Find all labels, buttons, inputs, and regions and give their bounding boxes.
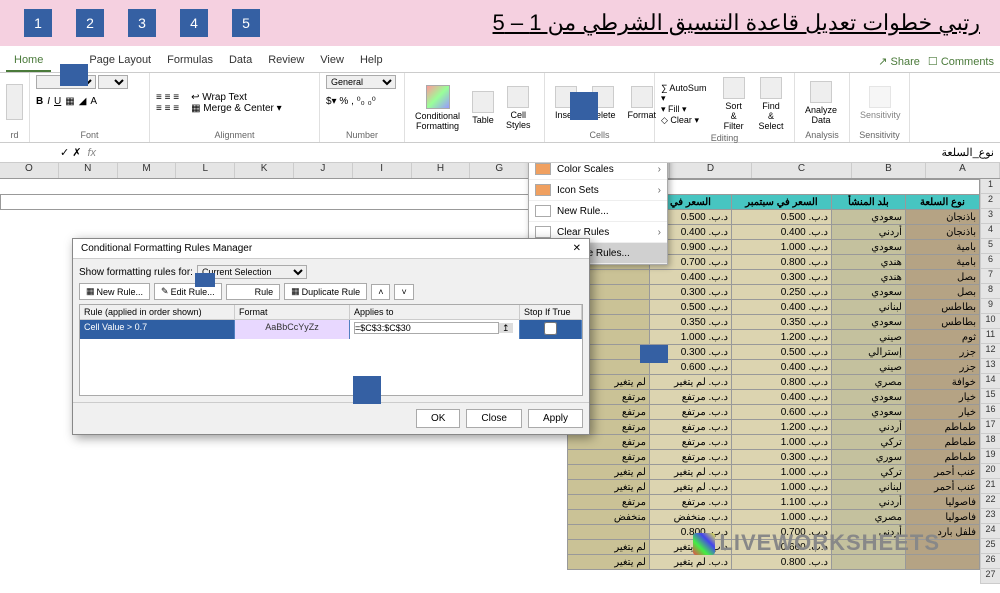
rule-button[interactable]: Rule xyxy=(226,284,281,300)
format-table-button[interactable]: Table xyxy=(468,89,498,127)
tab-view[interactable]: View xyxy=(312,50,352,72)
formula-bar: ✓ ✗ fx نوع_السلعة xyxy=(0,143,1000,163)
decimal-inc-icon[interactable]: ⁰₀ xyxy=(357,96,365,107)
clearrules-icon xyxy=(535,226,551,238)
stop-checkbox[interactable] xyxy=(544,322,557,335)
rules-manager-dialog: Conditional Formatting Rules Manager ✕ S… xyxy=(72,238,590,435)
cf-colorscales[interactable]: Color Scales› xyxy=(529,163,667,180)
row-headers: 1234567891011121314151617181920212223242… xyxy=(980,179,1000,584)
cf-icon xyxy=(426,85,450,109)
movedown-button[interactable]: ˅ xyxy=(394,284,413,300)
italic-button[interactable]: I xyxy=(47,96,50,107)
font-color-icon[interactable]: A xyxy=(90,96,97,107)
comma-icon[interactable]: , xyxy=(351,96,354,107)
paste-icon[interactable] xyxy=(6,84,23,120)
decimal-dec-icon[interactable]: ₀⁰ xyxy=(368,96,376,107)
col-rule: Rule (applied in order shown) xyxy=(80,305,235,319)
format-icon xyxy=(631,86,653,108)
align-icon2[interactable]: ≡ ≡ ≡ xyxy=(156,103,179,114)
fill-button[interactable]: ▾ Fill ▾ xyxy=(661,104,713,115)
colorscales-icon xyxy=(535,163,551,175)
wrap-text-button[interactable]: ↩ Wrap Text xyxy=(191,92,282,103)
apply-button[interactable]: Apply xyxy=(528,409,583,428)
newrule-button[interactable]: ▦ New Rule... xyxy=(79,283,150,300)
num-2[interactable]: 2 xyxy=(76,9,104,37)
bold-button[interactable]: B xyxy=(36,96,43,107)
iconsets-icon xyxy=(535,184,551,196)
clear-button[interactable]: ◇ Clear ▾ xyxy=(661,115,713,126)
find-icon xyxy=(760,77,782,99)
sheet-area: ONMLKJIHGFEDCBA 123456789101112131415161… xyxy=(0,163,1000,593)
percent-icon[interactable]: % xyxy=(339,96,348,107)
tab-help[interactable]: Help xyxy=(352,50,391,72)
step-target-editrule[interactable] xyxy=(195,273,215,287)
applies-input[interactable] xyxy=(354,322,499,334)
fx-label[interactable]: fx xyxy=(82,147,103,159)
ribbon-tabs: Home Page Layout Formulas Data Review Vi… xyxy=(0,46,1000,73)
fill-color-icon[interactable]: ◢ xyxy=(79,96,87,107)
close-icon[interactable]: ✕ xyxy=(573,243,581,254)
watermark: LIVEWORKSHEETS xyxy=(693,530,940,556)
number-format-select[interactable]: General xyxy=(326,75,396,89)
dialog-title: Conditional Formatting Rules Manager xyxy=(81,243,252,254)
tab-review[interactable]: Review xyxy=(260,50,312,72)
tab-home[interactable]: Home xyxy=(6,50,51,72)
newrule-icon xyxy=(535,205,551,217)
moveup-button[interactable]: ˄ xyxy=(371,284,390,300)
border-icon[interactable]: ▦ xyxy=(65,96,74,107)
close-button[interactable]: Close xyxy=(466,409,522,428)
col-headers: ONMLKJIHGFEDCBA xyxy=(0,163,1000,179)
step-target-home[interactable] xyxy=(60,64,88,86)
step-target-cf[interactable] xyxy=(570,92,598,120)
styles-icon xyxy=(507,86,529,108)
analyze-button[interactable]: Analyze Data xyxy=(801,79,841,127)
conditional-formatting-button[interactable]: Conditional Formatting xyxy=(411,83,464,133)
share-button[interactable]: ↗ Share xyxy=(878,55,920,68)
tab-pagelayout[interactable]: Page Layout xyxy=(81,50,159,72)
sort-filter-button[interactable]: Sort & Filter xyxy=(717,75,750,133)
cell-styles-button[interactable]: Cell Styles xyxy=(502,84,535,132)
showfor-label: Show formatting rules for: xyxy=(79,267,193,278)
ribbon: rd B I U ▦ ◢ A Font ≡ ≡ ≡≡ ≡ ≡ ↩ Wrap Te… xyxy=(0,73,1000,143)
merge-button[interactable]: ▦ Merge & Center ▾ xyxy=(191,103,282,114)
comments-button[interactable]: ☐ Comments xyxy=(928,55,994,68)
question-text: رتبي خطوات تعديل قاعدة التنسيق الشرطي من… xyxy=(493,10,988,36)
find-select-button[interactable]: Find & Select xyxy=(754,75,788,133)
num-4[interactable]: 4 xyxy=(180,9,208,37)
fx-icon[interactable]: ✓ ✗ xyxy=(60,146,82,159)
num-5[interactable]: 5 xyxy=(232,9,260,37)
autosum-button[interactable]: ∑ AutoSum ▾ xyxy=(661,83,713,104)
table-icon xyxy=(472,91,494,113)
col-format: Format xyxy=(235,305,350,319)
underline-button[interactable]: U xyxy=(54,96,61,107)
align-icon[interactable]: ≡ ≡ ≡ xyxy=(156,92,179,103)
step-target-ok[interactable] xyxy=(353,376,381,404)
size-select[interactable] xyxy=(98,75,128,89)
watermark-logo-icon xyxy=(693,533,715,555)
num-3[interactable]: 3 xyxy=(128,9,156,37)
cf-newrule[interactable]: New Rule... xyxy=(529,201,667,222)
analyze-icon xyxy=(810,81,832,103)
col-applies: Applies to xyxy=(350,305,520,319)
ok-button[interactable]: OK xyxy=(416,409,460,428)
name-box-right[interactable]: نوع_السلعة xyxy=(942,146,1000,159)
question-bar: 1 2 3 4 5 رتبي خطوات تعديل قاعدة التنسيق… xyxy=(0,0,1000,46)
tab-formulas[interactable]: Formulas xyxy=(159,50,221,72)
step-target-manage[interactable] xyxy=(640,345,668,363)
sort-icon xyxy=(723,77,745,99)
tab-data[interactable]: Data xyxy=(221,50,260,72)
duprule-button[interactable]: ▦ Duplicate Rule xyxy=(284,283,367,300)
sensitivity-icon xyxy=(869,86,891,108)
cf-iconsets[interactable]: Icon Sets› xyxy=(529,180,667,201)
sensitivity-button[interactable]: Sensitivity xyxy=(856,84,905,122)
currency-icon[interactable]: $▾ xyxy=(326,96,337,107)
col-stop: Stop If True xyxy=(520,305,582,319)
rule-row[interactable]: Cell Value > 0.7 AaBbCcYyZz ↥ xyxy=(80,320,582,339)
num-1[interactable]: 1 xyxy=(24,9,52,37)
